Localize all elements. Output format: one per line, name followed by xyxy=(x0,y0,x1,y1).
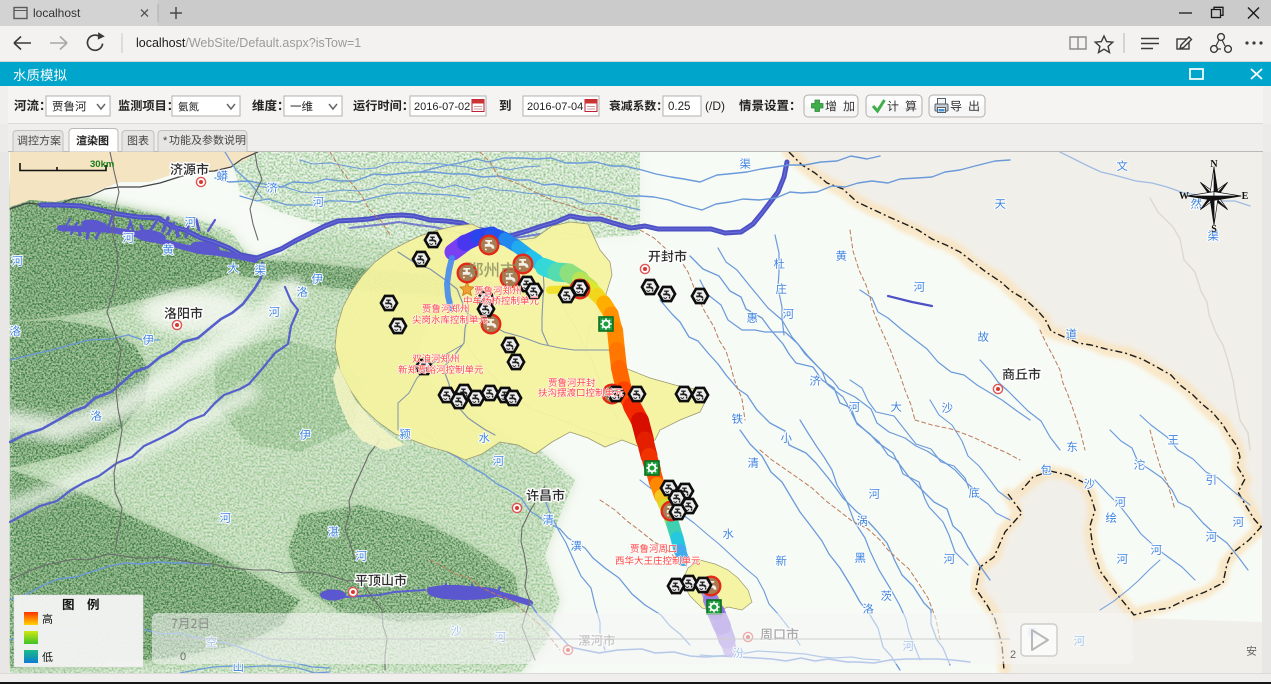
svg-text:0.25: 0.25 xyxy=(668,101,690,113)
svg-text:localhost: localhost xyxy=(33,6,81,20)
svg-text:localhost/WebSite/Default.aspx: localhost/WebSite/Default.aspx?isTow=1 xyxy=(136,36,361,50)
svg-text:2016-07-04: 2016-07-04 xyxy=(527,101,583,113)
svg-text:0: 0 xyxy=(180,651,186,663)
svg-text:(/D): (/D) xyxy=(705,99,725,113)
svg-text:E: E xyxy=(1242,191,1249,202)
svg-text:S: S xyxy=(1211,224,1217,235)
svg-text:W: W xyxy=(1179,191,1189,202)
svg-text:2: 2 xyxy=(1010,649,1016,661)
svg-text:*: * xyxy=(163,135,168,147)
svg-text:30km: 30km xyxy=(90,159,114,170)
svg-text:2016-07-02: 2016-07-02 xyxy=(414,101,470,113)
svg-text:N: N xyxy=(1210,159,1218,170)
